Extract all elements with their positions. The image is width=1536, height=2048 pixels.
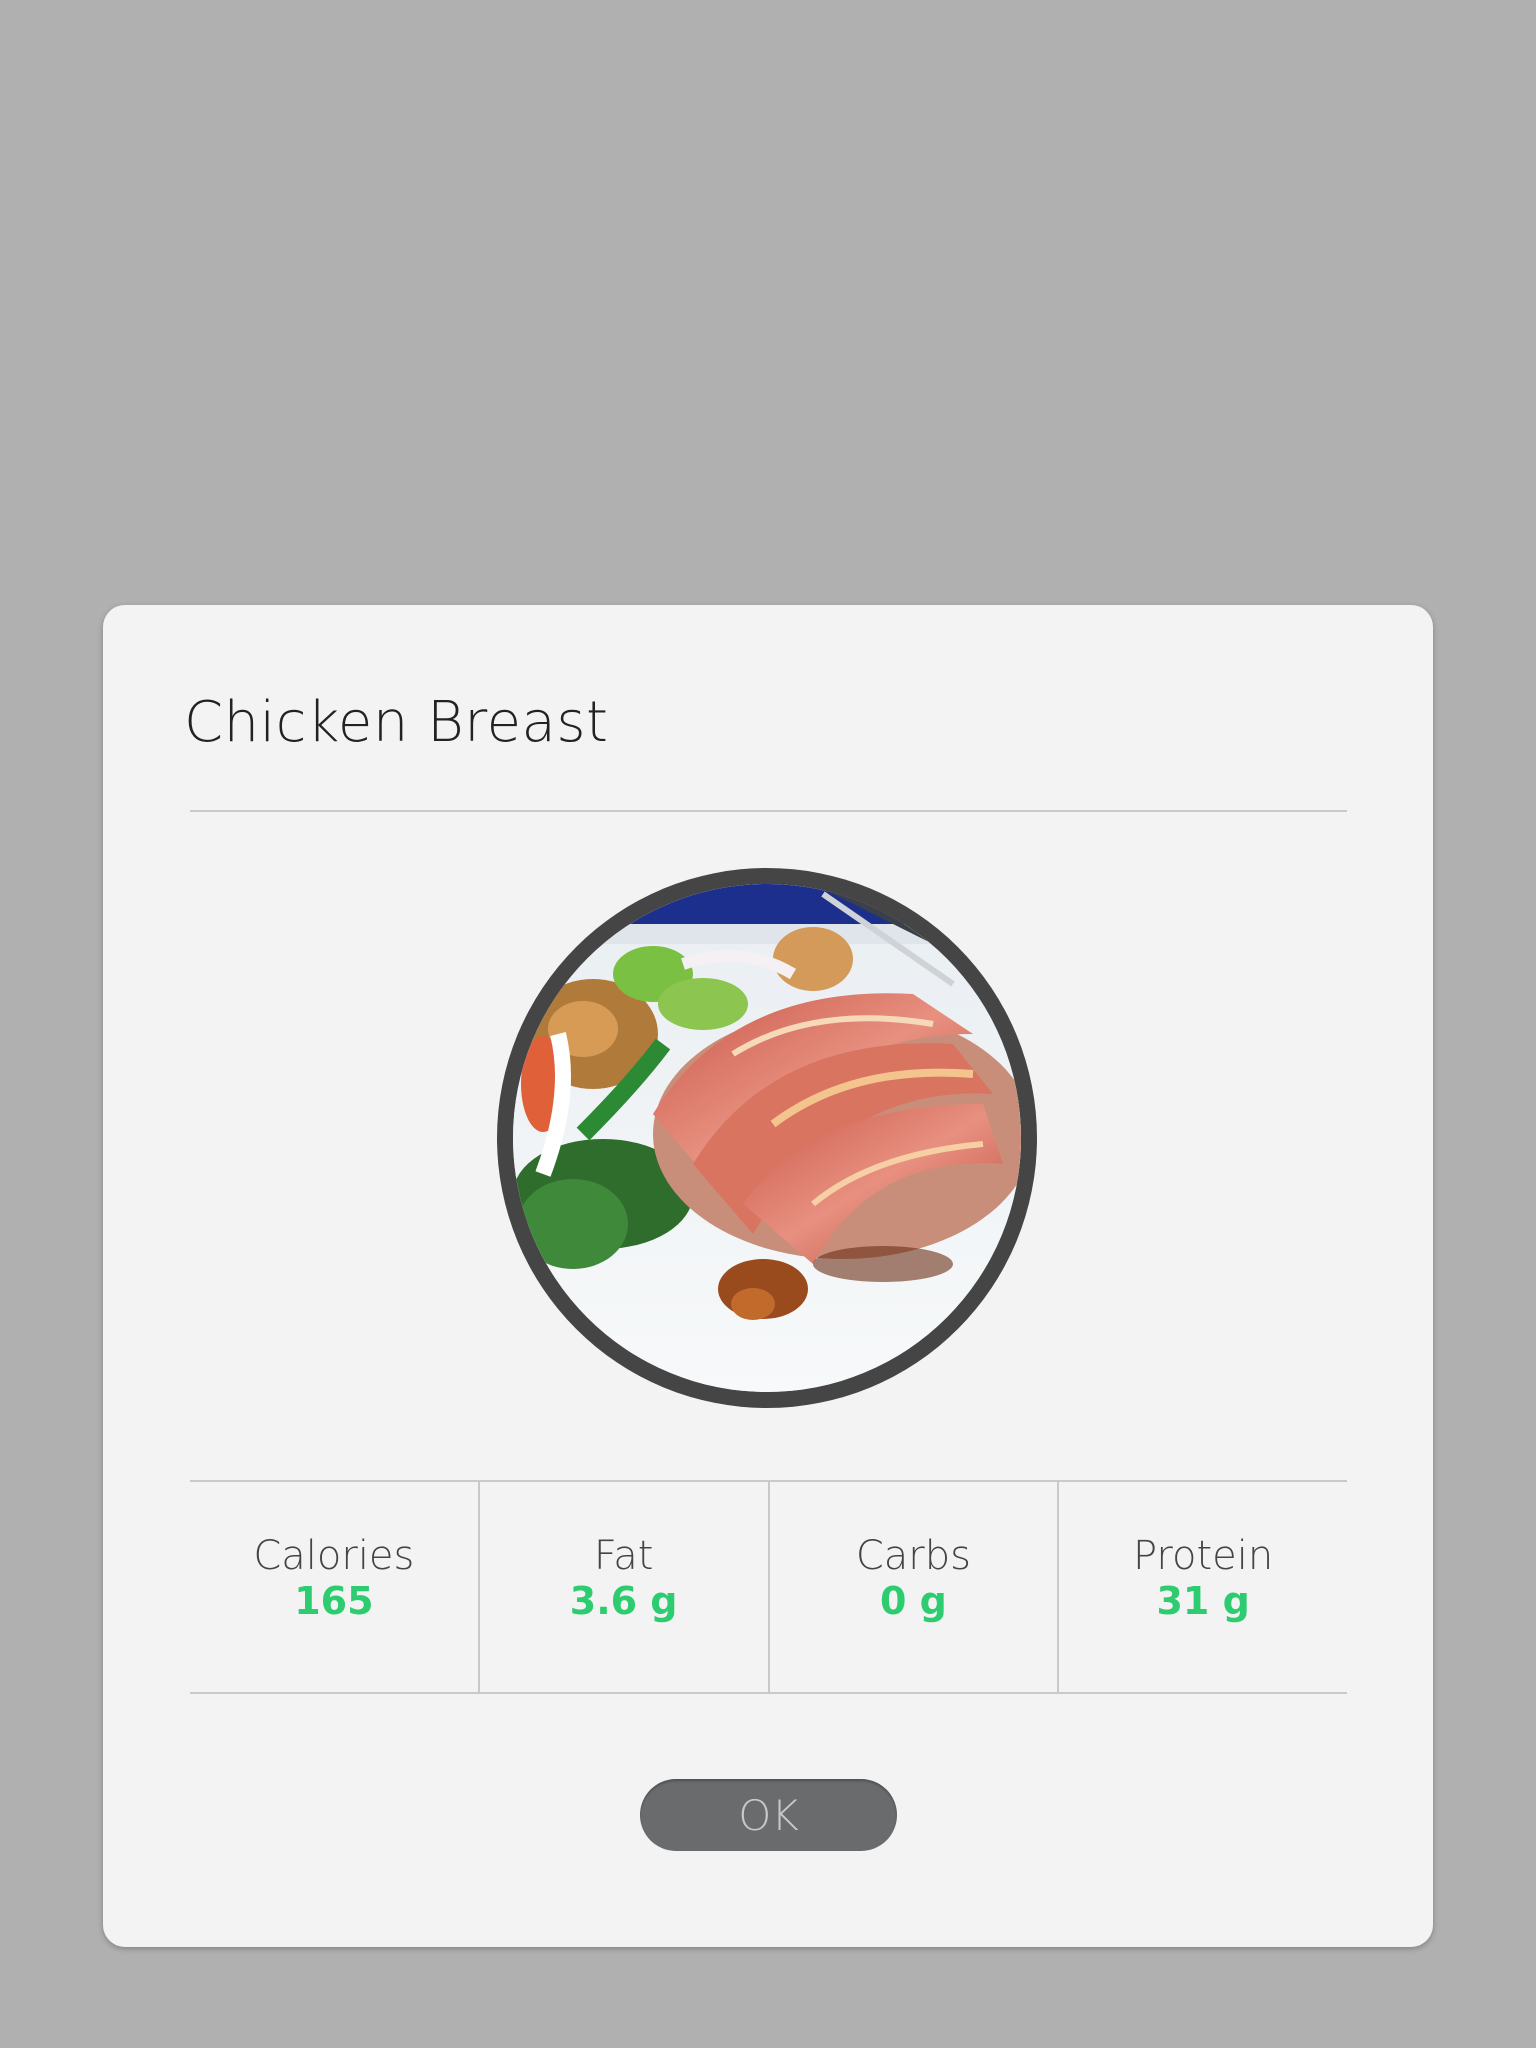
ok-button[interactable]: OK <box>640 1779 897 1851</box>
nutrition-label: Carbs <box>855 1533 971 1580</box>
nutrition-cell-protein: Protein 31 g <box>1057 1482 1347 1692</box>
food-detail-dialog: Chicken Breast Calories 165 Fat 3.6 g Ca… <box>103 605 1433 1947</box>
nutrition-value: 3.6 g <box>569 1579 678 1624</box>
dialog-title: Chicken Breast <box>184 690 609 755</box>
nutrition-label: Fat <box>593 1533 654 1580</box>
food-photo-frame <box>497 868 1037 1408</box>
nutrition-cell-carbs: Carbs 0 g <box>767 1482 1058 1692</box>
nutrition-label: Calories <box>253 1533 415 1580</box>
nutrition-table: Calories 165 Fat 3.6 g Carbs 0 g Protein… <box>190 1480 1347 1694</box>
food-photo <box>513 884 1021 1392</box>
nutrition-cell-calories: Calories 165 <box>190 1482 478 1692</box>
nutrition-value: 165 <box>294 1579 374 1624</box>
nutrition-label: Protein <box>1133 1533 1274 1580</box>
nutrition-cell-fat: Fat 3.6 g <box>477 1482 768 1692</box>
title-divider <box>190 810 1347 812</box>
nutrition-value: 31 g <box>1156 1579 1250 1624</box>
nutrition-value: 0 g <box>879 1579 947 1624</box>
